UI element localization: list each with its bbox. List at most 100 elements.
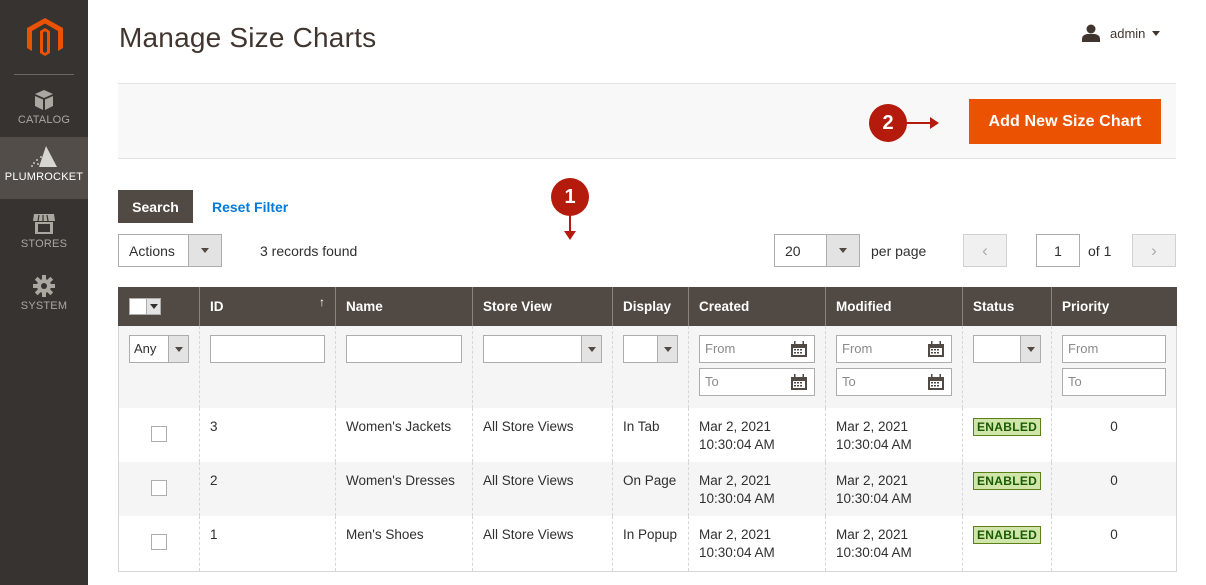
calendar-icon[interactable] — [790, 374, 808, 391]
cell-priority: 0 — [1051, 462, 1177, 516]
status-badge: ENABLED — [973, 418, 1042, 436]
column-label: ID — [210, 299, 224, 314]
chevron-right-icon: › — [1151, 240, 1157, 260]
chevron-down-icon — [663, 346, 672, 352]
user-name: admin — [1110, 25, 1146, 41]
filter-name-input[interactable] — [346, 335, 462, 363]
mass-actions-select[interactable]: Actions — [118, 234, 222, 267]
dropdown-toggle[interactable] — [657, 336, 677, 362]
filter-modified-to[interactable]: To — [836, 368, 952, 396]
filter-created-to[interactable]: To — [699, 368, 815, 396]
chevron-down-icon — [587, 346, 596, 352]
box-icon — [35, 90, 53, 110]
arrow-right-icon — [905, 117, 939, 129]
dropdown-toggle[interactable] — [581, 336, 601, 362]
page-number-input[interactable] — [1036, 234, 1080, 267]
grid-header-row: ID ↑ Name Store View Display Created Modi… — [118, 287, 1177, 326]
column-header-select[interactable] — [118, 287, 200, 326]
placeholder: From — [1068, 341, 1099, 356]
cell-store-view: All Store Views — [472, 462, 613, 516]
sidebar-label: STORES — [20, 238, 68, 250]
per-page-select[interactable]: 20 — [774, 234, 860, 267]
cell-display: In Tab — [612, 408, 689, 462]
user-menu[interactable]: admin — [1081, 24, 1161, 42]
row-checkbox[interactable] — [151, 534, 167, 550]
select-all-checkbox[interactable] — [130, 299, 146, 314]
cell-created: Mar 2, 2021 10:30:04 AM — [688, 462, 826, 516]
dropdown-toggle[interactable] — [1020, 336, 1040, 362]
table-row[interactable]: 2 Women's Dresses All Store Views On Pag… — [118, 462, 1177, 516]
table-row[interactable]: 1 Men's Shoes All Store Views In Popup M… — [118, 516, 1177, 572]
cell-name: Men's Shoes — [335, 516, 473, 572]
cell-status: ENABLED — [962, 462, 1052, 516]
sidebar-item-system[interactable]: SYSTEM — [0, 268, 88, 330]
column-label: Created — [699, 299, 750, 314]
filter-status-select[interactable] — [973, 335, 1041, 363]
sidebar-item-stores[interactable]: STORES — [0, 206, 88, 268]
table-row[interactable]: 3 Women's Jackets All Store Views In Tab… — [118, 408, 1177, 462]
placeholder: From — [705, 341, 736, 356]
column-header-name[interactable]: Name — [335, 287, 473, 326]
filter-store-view-select[interactable] — [483, 335, 602, 363]
modified-time: 10:30:04 AM — [836, 545, 912, 560]
filter-cell: From To — [825, 326, 963, 408]
cell-modified: Mar 2, 2021 10:30:04 AM — [825, 516, 963, 572]
filter-id-input[interactable] — [210, 335, 325, 363]
previous-page-button[interactable]: ‹ — [963, 234, 1007, 267]
filter-cell — [199, 326, 336, 408]
magento-logo-icon[interactable] — [27, 18, 63, 58]
calendar-icon[interactable] — [927, 374, 945, 391]
filter-priority-from[interactable]: From — [1062, 335, 1166, 363]
per-page-value: 20 — [785, 242, 801, 259]
column-header-id[interactable]: ID ↑ — [199, 287, 336, 326]
filter-cell: Any — [118, 326, 200, 408]
select-value: Any — [134, 341, 157, 356]
cell-id: 2 — [199, 462, 336, 516]
placeholder: To — [705, 374, 719, 389]
sidebar-item-catalog[interactable]: CATALOG — [0, 82, 88, 144]
created-time: 10:30:04 AM — [699, 491, 775, 506]
filter-priority-to[interactable]: To — [1062, 368, 1166, 396]
callout-badge-1: 1 — [551, 178, 589, 216]
sidebar-label: PLUMROCKET — [4, 171, 84, 183]
cell-modified: Mar 2, 2021 10:30:04 AM — [825, 462, 963, 516]
column-header-modified[interactable]: Modified — [825, 287, 963, 326]
status-badge: ENABLED — [973, 472, 1042, 490]
column-header-store-view[interactable]: Store View — [472, 287, 613, 326]
sidebar-item-plumrocket[interactable]: PLUMROCKET — [0, 137, 88, 199]
created-date: Mar 2, 2021 — [699, 473, 772, 488]
filter-created-from[interactable]: From — [699, 335, 815, 363]
cell-store-view: All Store Views — [472, 516, 613, 572]
calendar-icon[interactable] — [927, 341, 945, 358]
page-title: Manage Size Charts — [119, 22, 377, 53]
column-label: Store View — [483, 299, 552, 314]
dropdown-toggle[interactable] — [188, 235, 221, 266]
search-button[interactable]: Search — [118, 190, 193, 223]
cell-modified: Mar 2, 2021 10:30:04 AM — [825, 408, 963, 462]
page-total: of 1 — [1088, 243, 1112, 259]
modified-time: 10:30:04 AM — [836, 437, 912, 452]
mass-select-dropdown[interactable] — [146, 299, 160, 314]
column-header-display[interactable]: Display — [612, 287, 689, 326]
column-header-status[interactable]: Status — [962, 287, 1052, 326]
row-checkbox[interactable] — [151, 426, 167, 442]
dropdown-toggle[interactable] — [168, 336, 188, 362]
chevron-down-icon — [149, 304, 158, 309]
sidebar-label: SYSTEM — [20, 300, 68, 312]
cell-status: ENABLED — [962, 408, 1052, 462]
filter-modified-from[interactable]: From — [836, 335, 952, 363]
cell-select — [118, 516, 200, 572]
filter-display-select[interactable] — [623, 335, 678, 363]
status-badge: ENABLED — [973, 526, 1042, 544]
filter-select-any[interactable]: Any — [129, 335, 189, 363]
plumrocket-icon — [31, 146, 57, 167]
calendar-icon[interactable] — [790, 341, 808, 358]
reset-filter-link[interactable]: Reset Filter — [212, 199, 288, 215]
row-checkbox[interactable] — [151, 480, 167, 496]
mass-select-checkbox[interactable] — [129, 298, 161, 315]
next-page-button[interactable]: › — [1132, 234, 1176, 267]
add-new-size-chart-button[interactable]: Add New Size Chart — [969, 99, 1161, 144]
dropdown-toggle[interactable] — [826, 235, 859, 266]
column-header-priority[interactable]: Priority — [1051, 287, 1177, 326]
column-header-created[interactable]: Created — [688, 287, 826, 326]
